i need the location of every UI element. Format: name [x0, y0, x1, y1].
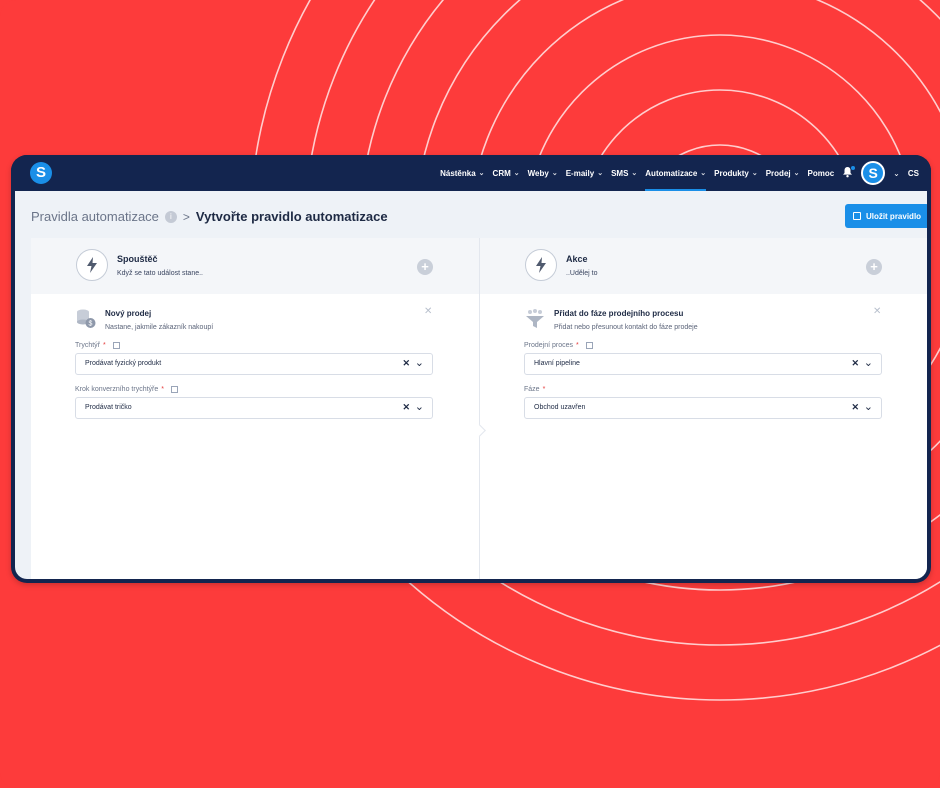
- chevron-down-icon[interactable]: ⌄: [864, 356, 873, 369]
- trigger-event-title: Nový prodej: [105, 309, 152, 318]
- nav-label: Automatizace: [645, 168, 698, 178]
- action-subtitle: ..Udělej to: [566, 270, 598, 277]
- pipeline-stage-icon: [526, 309, 544, 328]
- clear-x-icon[interactable]: ✕: [851, 358, 859, 369]
- logo-icon[interactable]: S: [30, 162, 52, 184]
- required-marker: *: [161, 386, 164, 393]
- action-title: Akce: [566, 254, 588, 264]
- required-marker: *: [542, 386, 546, 393]
- funnel-step-select[interactable]: Prodávat tričko ✕ ⌄: [75, 397, 433, 419]
- action-panel: Akce ..Udělej to + Přidat do fáze prodej…: [480, 238, 927, 579]
- remove-action-close-icon[interactable]: ✕: [873, 306, 881, 317]
- page-title: Vytvořte pravidlo automatizace: [195, 209, 388, 224]
- top-navbar: S Nástěnka ⌄ CRM ⌄ Weby ⌄ E-maily ⌄ SMS ⌄ Aut…: [11, 155, 931, 191]
- chevron-down-icon: ⌄: [793, 170, 800, 177]
- clear-x-icon[interactable]: ✕: [851, 402, 859, 413]
- nav-item-prodej[interactable]: Prodej ⌄: [766, 155, 800, 191]
- funnel-step-field-label: Krok konverzního trychtýře *: [75, 386, 178, 393]
- funnel-select[interactable]: Prodávat fyzický produkt ✕ ⌄: [75, 353, 433, 375]
- remove-trigger-close-icon[interactable]: ✕: [424, 306, 432, 317]
- clear-x-icon[interactable]: ✕: [402, 402, 410, 413]
- nav-label: Weby: [527, 168, 549, 178]
- nav-item-produkty[interactable]: Produkty ⌄: [714, 155, 758, 191]
- required-marker: *: [103, 342, 106, 349]
- external-link-icon[interactable]: [585, 342, 593, 349]
- save-rule-label: Uložit pravidlo: [865, 211, 922, 221]
- rule-editor: Spouštěč Když se tato událost stane.. + …: [31, 238, 927, 579]
- nav-label: CRM: [492, 168, 511, 178]
- external-link-icon[interactable]: [171, 386, 178, 393]
- action-description: Přidat nebo přesunout kontakt do fáze pr…: [554, 324, 698, 331]
- lightning-icon: [525, 249, 557, 281]
- funnel-field-label: Trychtýř *: [75, 342, 120, 349]
- nav-item-crm[interactable]: CRM ⌄: [493, 155, 520, 191]
- chevron-down-icon: ⌄: [513, 170, 520, 177]
- trigger-subtitle: Když se tato událost stane..: [117, 270, 203, 277]
- trigger-header: Spouštěč Když se tato událost stane.. +: [31, 238, 479, 294]
- breadcrumb-parent[interactable]: Pravidla automatizace: [31, 209, 159, 224]
- svg-text:$: $: [89, 321, 93, 328]
- app-window: S Nástěnka ⌄ CRM ⌄ Weby ⌄ E-maily ⌄ SMS ⌄ Aut…: [11, 155, 931, 583]
- sales-process-field-label: Prodejní proces *: [524, 342, 593, 349]
- nav-item-pomoc[interactable]: Pomoc: [808, 155, 835, 191]
- chevron-down-icon: ⌄: [478, 170, 485, 177]
- nav-item-emaily[interactable]: E-maily ⌄: [566, 155, 603, 191]
- nav-label: Pomoc: [807, 168, 835, 178]
- nav-label: E-maily: [565, 168, 595, 178]
- lightning-icon: [76, 249, 108, 281]
- stage-select[interactable]: Obchod uzavřen ✕ ⌄: [524, 397, 882, 419]
- nav-item-automatizace[interactable]: Automatizace ⌄: [645, 155, 706, 191]
- field-label-text: Prodejní proces: [524, 342, 574, 349]
- info-icon[interactable]: i: [164, 210, 177, 223]
- field-label-text: Trychtýř: [75, 342, 101, 349]
- chevron-down-icon: ⌄: [551, 170, 558, 177]
- field-label-text: Krok konverzního trychtýře: [75, 386, 159, 393]
- external-link-icon[interactable]: [112, 342, 120, 349]
- nav-label: Produkty: [714, 168, 749, 178]
- chevron-down-icon: ⌄: [597, 170, 604, 177]
- nav-item-weby[interactable]: Weby ⌄: [528, 155, 558, 191]
- breadcrumb: Pravidla automatizace i > Vytvořte pravi…: [31, 209, 388, 224]
- funnel-step-select-value: Prodávat tričko: [85, 404, 132, 411]
- nav-item-nastenka[interactable]: Nástěnka ⌄: [440, 155, 484, 191]
- sales-process-select[interactable]: Hlavní pipeline ✕ ⌄: [524, 353, 882, 375]
- notifications-bell-icon[interactable]: [842, 165, 856, 181]
- action-header: Akce ..Udělej to +: [480, 238, 927, 294]
- chevron-down-icon: ⌄: [700, 170, 707, 177]
- main-content: Pravidla automatizace i > Vytvořte pravi…: [15, 191, 927, 579]
- trigger-panel: Spouštěč Když se tato událost stane.. + …: [31, 238, 479, 579]
- stage-select-value: Obchod uzavřen: [534, 404, 586, 411]
- chevron-down-icon[interactable]: ⌄: [415, 356, 424, 369]
- notification-dot: [851, 165, 856, 170]
- main-nav: Nástěnka ⌄ CRM ⌄ Weby ⌄ E-maily ⌄ SMS ⌄ Autom…: [440, 155, 919, 191]
- chevron-right-icon: >: [182, 209, 190, 224]
- stage-field-label: Fáze *: [524, 386, 545, 393]
- chevron-down-icon[interactable]: ⌄: [415, 400, 424, 413]
- save-rule-button[interactable]: Uložit pravidlo: [845, 204, 927, 228]
- funnel-select-value: Prodávat fyzický produkt: [85, 360, 162, 367]
- action-name: Přidat do fáze prodejního procesu: [554, 309, 684, 318]
- avatar[interactable]: S: [861, 161, 886, 185]
- clear-x-icon[interactable]: ✕: [402, 358, 410, 369]
- chevron-down-icon: ⌄: [751, 170, 758, 177]
- nav-label: Nástěnka: [440, 168, 476, 178]
- floppy-disk-icon: [852, 212, 861, 220]
- required-marker: *: [576, 342, 579, 349]
- sale-coins-icon: $: [77, 309, 96, 328]
- chevron-down-icon[interactable]: ⌄: [864, 400, 873, 413]
- trigger-event-description: Nastane, jakmile zákazník nakoupí: [105, 324, 214, 331]
- language-switch[interactable]: CS: [908, 169, 919, 178]
- add-trigger-button[interactable]: +: [417, 259, 433, 275]
- nav-label: Prodej: [765, 168, 791, 178]
- sales-process-select-value: Hlavní pipeline: [534, 360, 580, 367]
- field-label-text: Fáze: [524, 386, 540, 393]
- chevron-down-icon[interactable]: ⌄: [893, 169, 900, 178]
- nav-item-sms[interactable]: SMS ⌄: [611, 155, 637, 191]
- nav-label: SMS: [611, 168, 629, 178]
- chevron-down-icon: ⌄: [631, 170, 638, 177]
- add-action-button[interactable]: +: [866, 259, 882, 275]
- trigger-title: Spouštěč: [117, 254, 158, 264]
